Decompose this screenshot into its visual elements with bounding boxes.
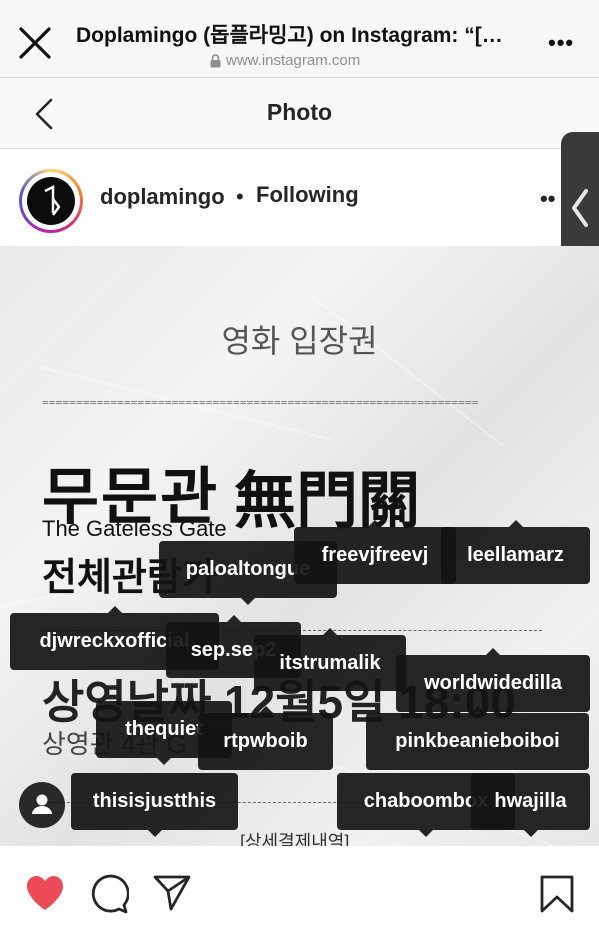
movie-title-english: The Gateless Gate — [42, 516, 227, 541]
post-options-icon[interactable]: •• — [540, 186, 555, 212]
user-tag[interactable]: hwajilla — [471, 773, 590, 837]
user-tag[interactable]: rtpwboib — [198, 706, 333, 770]
user-tag[interactable]: thisisjustthis — [71, 773, 238, 837]
close-icon[interactable] — [16, 24, 54, 62]
bookmark-icon[interactable] — [539, 874, 575, 914]
payment-detail-label: [상세결제내역] — [240, 832, 350, 846]
comment-icon[interactable] — [89, 874, 129, 914]
browser-toolbar: Doplamingo (돕플라밍고) on Instagram: “[… www… — [0, 0, 599, 78]
following-button[interactable]: Following — [256, 182, 359, 208]
more-icon[interactable]: ••• — [548, 30, 578, 55]
user-tags-toggle[interactable] — [19, 782, 65, 828]
user-tag[interactable]: itstrumalik — [254, 628, 406, 691]
heart-icon[interactable] — [24, 874, 66, 912]
page-title: Photo — [266, 99, 333, 125]
url-text: www.instagram.com — [226, 52, 361, 69]
user-tag[interactable]: leellamarz — [441, 520, 590, 584]
chevron-left-icon — [572, 189, 588, 227]
person-icon — [32, 794, 52, 814]
browser-url[interactable]: www.instagram.com — [210, 52, 360, 69]
post-action-bar — [0, 846, 599, 940]
lock-icon — [210, 53, 221, 67]
ticket-heading: 영화 입장권 — [221, 323, 378, 359]
post-header: doplamingo • Following •• — [0, 150, 599, 246]
user-tag[interactable]: worldwidedilla — [396, 648, 590, 712]
nav-header: Photo — [0, 79, 599, 149]
profile-logo-icon — [44, 184, 61, 216]
user-tag[interactable]: pinkbeanieboiboi — [366, 706, 589, 770]
post-username[interactable]: doplamingo — [100, 184, 225, 210]
send-icon[interactable] — [152, 874, 192, 912]
user-tag[interactable]: freevjfreevj — [294, 520, 456, 584]
separator-dot: • — [236, 184, 244, 209]
equals-divider: ========================================… — [42, 396, 479, 409]
browser-page-title: Doplamingo (돕플라밍고) on Instagram: “[… — [76, 24, 503, 47]
avatar[interactable] — [19, 169, 83, 233]
